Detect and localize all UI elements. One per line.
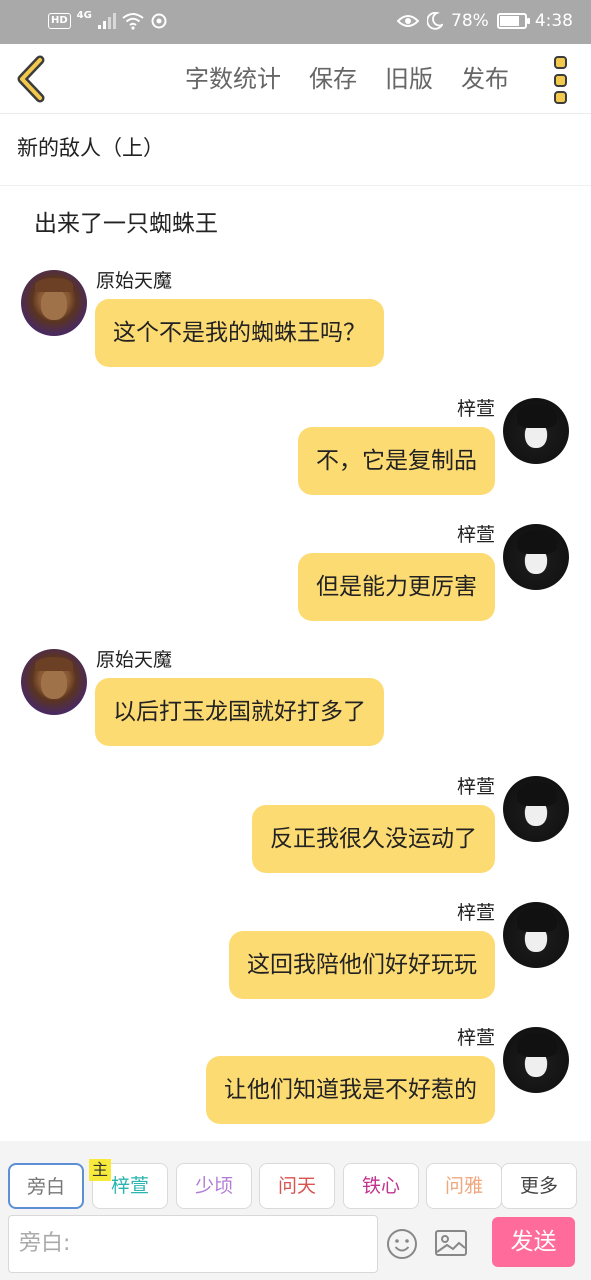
avatar[interactable] — [503, 398, 569, 464]
editor-toolbar: 字数统计 保存 旧版 发布 — [0, 44, 591, 114]
main-character-badge: 主 — [89, 1159, 112, 1181]
toolbar-actions: 字数统计 保存 旧版 发布 — [185, 61, 509, 97]
message-bubble[interactable]: 让他们知道我是不好惹的 — [206, 1056, 495, 1124]
status-bar: HD 4G 78% 4:38 — [0, 0, 591, 44]
back-button[interactable] — [10, 54, 54, 104]
role-shaoqing[interactable]: 少顷 — [176, 1163, 252, 1209]
eye-icon — [397, 15, 420, 27]
role-selector: 旁白 梓萱 少顷 问天 铁心 问雅 更多 主 — [0, 1159, 591, 1211]
clock: 4:38 — [534, 11, 573, 31]
message-bubble[interactable]: 以后打玉龙国就好打多了 — [95, 678, 384, 746]
sender-name: 梓萱 — [456, 524, 495, 546]
message-bubble[interactable]: 不，它是复制品 — [298, 427, 495, 495]
sender-name: 梓萱 — [456, 776, 495, 798]
dot-icon — [553, 91, 567, 104]
dot-icon — [553, 73, 567, 87]
message-bubble[interactable]: 这个不是我的蜘蛛王吗？ — [95, 299, 384, 367]
send-button[interactable]: 发送 — [492, 1217, 575, 1267]
more-roles-button[interactable]: 更多 — [501, 1163, 577, 1209]
status-left: HD 4G — [48, 9, 168, 30]
image-icon — [435, 1230, 467, 1256]
signal-icon — [97, 13, 116, 29]
moon-icon — [427, 12, 444, 30]
chat-message[interactable]: 原始天魔 以后打玉龙国就好打多了 — [0, 645, 591, 765]
message-input[interactable]: 旁白: — [8, 1215, 378, 1273]
sender-name: 梓萱 — [456, 902, 495, 924]
narration-text[interactable]: 出来了一只蜘蛛王 — [34, 204, 218, 238]
more-menu-button[interactable] — [549, 56, 571, 104]
chat-message[interactable]: 原始天魔 这个不是我的蜘蛛王吗？ — [0, 266, 591, 386]
role-wenya[interactable]: 问雅 — [426, 1163, 502, 1209]
wifi-icon — [122, 13, 144, 30]
emoji-button[interactable] — [386, 1228, 418, 1260]
emoji-icon — [387, 1229, 417, 1259]
dot-icon — [553, 56, 567, 69]
sender-name: 原始天魔 — [96, 649, 173, 671]
avatar[interactable] — [503, 1027, 569, 1093]
chat-message[interactable]: 梓萱 这回我陪他们好好玩玩 — [0, 898, 591, 1018]
hd-badge: HD — [48, 13, 71, 29]
avatar[interactable] — [503, 524, 569, 590]
chapter-title[interactable]: 新的敌人（上） — [17, 132, 164, 162]
message-bubble[interactable]: 这回我陪他们好好玩玩 — [229, 931, 495, 999]
battery-icon — [496, 13, 530, 29]
avatar[interactable] — [503, 902, 569, 968]
chevron-left-icon — [17, 55, 45, 103]
message-bubble[interactable]: 但是能力更厉害 — [298, 553, 495, 621]
avatar[interactable] — [503, 776, 569, 842]
status-right: 78% 4:38 — [397, 11, 573, 31]
sender-name: 原始天魔 — [96, 270, 173, 292]
chat-message[interactable]: 梓萱 让他们知道我是不好惹的 — [0, 1023, 591, 1143]
publish-button[interactable]: 发布 — [461, 61, 509, 97]
chat-message[interactable]: 梓萱 不，它是复制品 — [0, 394, 591, 514]
avatar[interactable] — [21, 270, 87, 336]
battery-percent: 78% — [451, 11, 489, 31]
save-button[interactable]: 保存 — [309, 61, 357, 97]
role-narrator[interactable]: 旁白 — [8, 1163, 84, 1209]
image-button[interactable] — [434, 1228, 468, 1258]
message-bubble[interactable]: 反正我很久没运动了 — [252, 805, 495, 873]
divider — [0, 185, 591, 186]
word-count-button[interactable]: 字数统计 — [185, 61, 281, 97]
sender-name: 梓萱 — [456, 398, 495, 420]
role-wentian[interactable]: 问天 — [259, 1163, 335, 1209]
sender-name: 梓萱 — [456, 1027, 495, 1049]
avatar[interactable] — [21, 649, 87, 715]
old-version-button[interactable]: 旧版 — [385, 61, 433, 97]
role-tiexin[interactable]: 铁心 — [343, 1163, 419, 1209]
chat-message[interactable]: 梓萱 但是能力更厉害 — [0, 520, 591, 640]
chat-message[interactable]: 梓萱 反正我很久没运动了 — [0, 772, 591, 892]
network-type: 4G — [76, 9, 92, 21]
sync-icon — [151, 13, 167, 29]
